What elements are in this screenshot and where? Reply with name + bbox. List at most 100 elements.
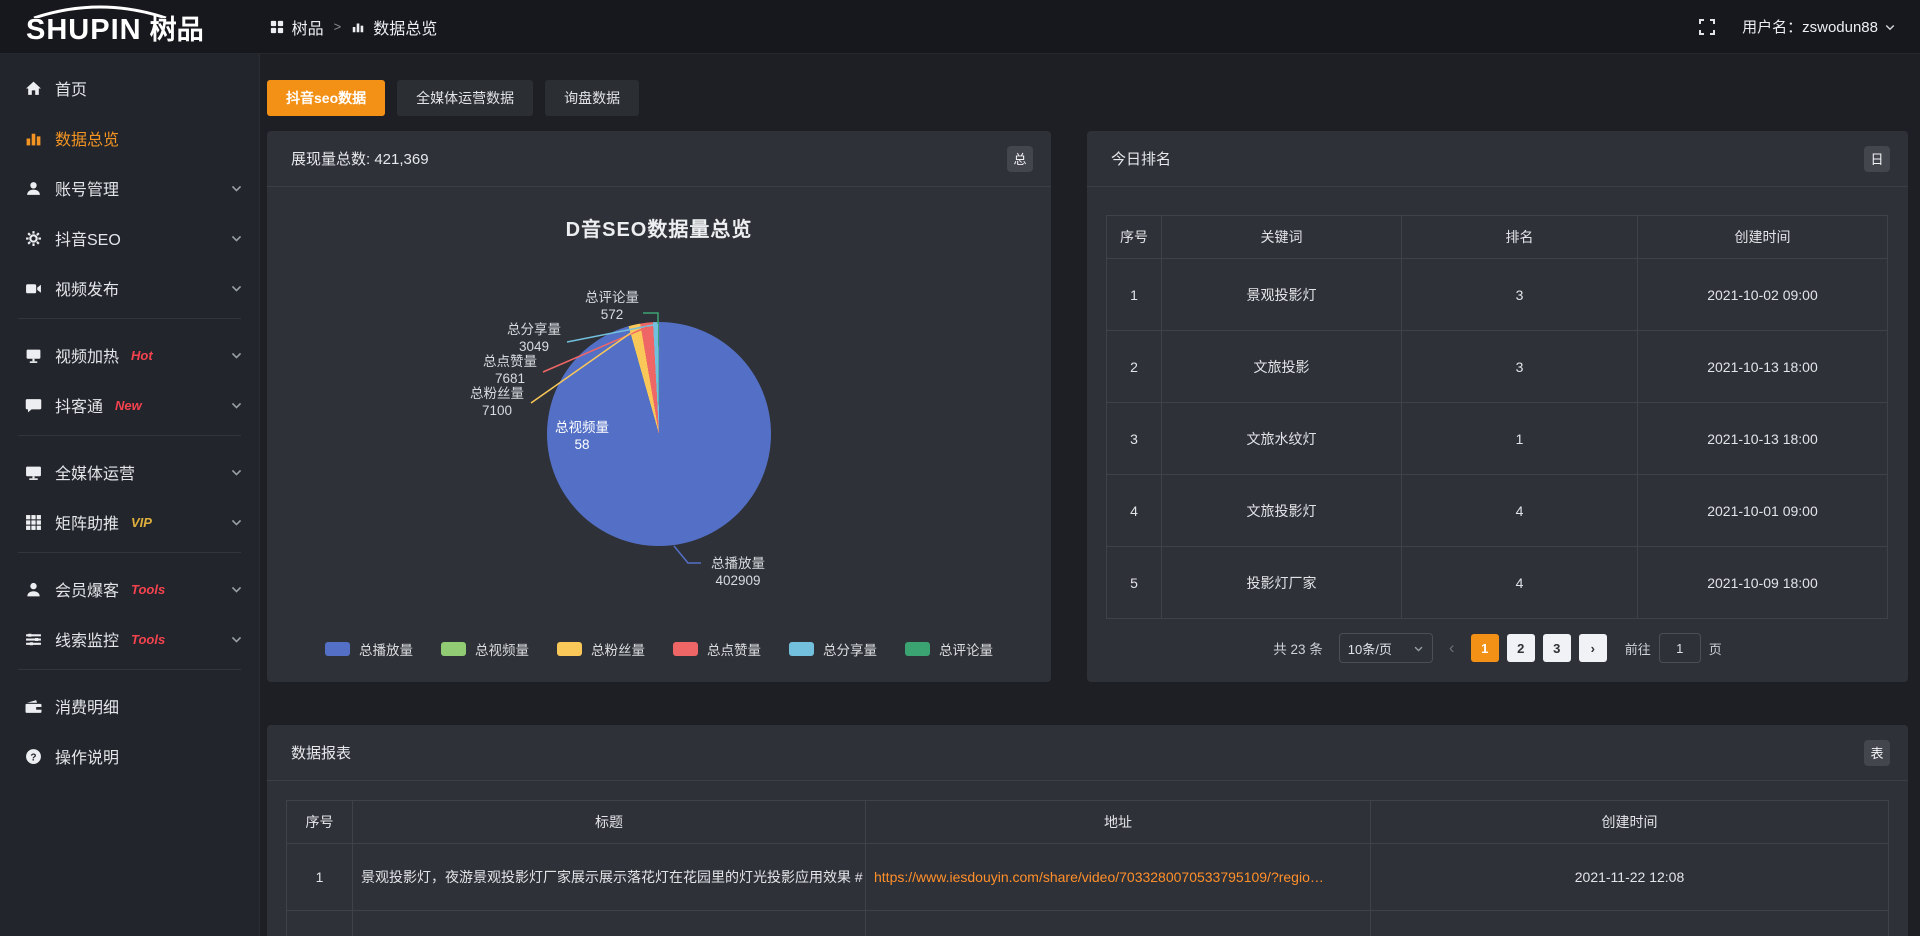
video-icon	[25, 280, 42, 297]
sidebar-item-会员爆客[interactable]: 会员爆客 Tools	[0, 569, 259, 609]
sidebar-item-账号管理[interactable]: 账号管理	[0, 168, 259, 208]
data-tabs: 抖音seo数据全媒体运营数据询盘数据	[267, 80, 639, 116]
sidebar-item-抖客通[interactable]: 抖客通 New	[0, 385, 259, 425]
breadcrumb-root[interactable]: 树品	[292, 15, 324, 39]
table-row: 2 文旅投影 3 2021-10-13 18:00	[1107, 331, 1888, 403]
cell-keyword: 文旅投影	[1162, 331, 1402, 403]
chat-icon	[25, 397, 42, 414]
legend-item-comments[interactable]: 总评论量	[905, 639, 993, 659]
next-page-button[interactable]: ›	[1579, 634, 1607, 662]
cell-index: 1	[287, 844, 353, 911]
chevron-down-icon	[1884, 21, 1896, 33]
cell-url: https://www.iesdouyin.com/share/video/70…	[866, 844, 1371, 911]
sidebar-item-消费明细[interactable]: 消费明细	[0, 686, 259, 726]
breadcrumb-separator: >	[334, 19, 342, 34]
sidebar-item-label: 视频发布	[55, 276, 119, 300]
page-button-3[interactable]: 3	[1543, 634, 1571, 662]
cell-index: 2	[1107, 331, 1162, 403]
column-header: 地址	[866, 801, 1371, 844]
sidebar-item-badge: VIP	[131, 515, 152, 530]
cell-time: 2021-10-01 09:00	[1638, 475, 1888, 547]
cell-rank: 3	[1402, 331, 1638, 403]
table-row: 1 景观投影灯 3 2021-10-02 09:00	[1107, 259, 1888, 331]
video-link[interactable]: https://www.iesdouyin.com/share/video/70…	[874, 869, 1324, 885]
user-menu[interactable]: 用户名：zswodun88	[1742, 16, 1896, 37]
sidebar-item-视频加热[interactable]: 视频加热 Hot	[0, 335, 259, 375]
legend-item-fans[interactable]: 总粉丝量	[557, 639, 645, 659]
bar-chart-icon	[25, 130, 42, 147]
help-icon: ?	[25, 748, 42, 765]
sidebar-divider	[18, 435, 241, 436]
chevron-down-icon	[230, 633, 243, 646]
ranking-table: 序号关键词排名创建时间 1 景观投影灯 3 2021-10-02 09:00 2…	[1106, 215, 1888, 619]
cell-keyword: 文旅水纹灯	[1162, 403, 1402, 475]
sidebar-item-抖音SEO[interactable]: 抖音SEO	[0, 218, 259, 258]
legend-item-likes[interactable]: 总点赞量	[673, 639, 761, 659]
sidebar-item-全媒体运营[interactable]: 全媒体运营	[0, 452, 259, 492]
table-toggle-button[interactable]: 表	[1864, 740, 1890, 766]
chevron-down-icon	[230, 182, 243, 195]
column-header: 创建时间	[1371, 801, 1889, 844]
goto-label: 前往	[1625, 639, 1651, 658]
breadcrumb: 树品 > 数据总览	[270, 15, 438, 39]
chevron-down-icon	[230, 232, 243, 245]
sidebar-item-badge: Tools	[131, 582, 165, 597]
sidebar-item-线索监控[interactable]: 线索监控 Tools	[0, 619, 259, 659]
sidebar-item-数据总览[interactable]: 数据总览	[0, 118, 259, 158]
pie-label-fans: 总粉丝量7100	[452, 385, 542, 419]
sidebar-item-视频发布[interactable]: 视频发布	[0, 268, 259, 308]
cell-url	[866, 911, 1371, 936]
cell-time: 2021-11-22 12:08	[1371, 844, 1889, 911]
sidebar-item-矩阵助推[interactable]: 矩阵助推 VIP	[0, 502, 259, 542]
cell-time: 2021-10-09 18:00	[1638, 547, 1888, 619]
fullscreen-icon[interactable]	[1698, 18, 1716, 36]
legend-item-shares[interactable]: 总分享量	[789, 639, 877, 659]
cell-index: 1	[1107, 259, 1162, 331]
legend-swatch	[673, 642, 698, 656]
page-button-1[interactable]: 1	[1471, 634, 1499, 662]
cell-index	[287, 911, 353, 936]
day-toggle-button[interactable]: 日	[1864, 146, 1890, 172]
chevron-down-icon	[230, 583, 243, 596]
user-icon	[25, 180, 42, 197]
grid-small-icon	[270, 20, 284, 34]
cell-keyword: 文旅投影灯	[1162, 475, 1402, 547]
cell-time: 2021-10-13 18:00	[1638, 403, 1888, 475]
report-table: 序号标题地址创建时间 1 景观投影灯，夜游景观投影灯厂家展示展示落花灯在花园里的…	[286, 800, 1889, 936]
sidebar: 首页 数据总览 账号管理 抖音SEO	[0, 54, 260, 936]
cell-time: 2021-10-13 18:00	[1638, 331, 1888, 403]
report-panel-header: 数据报表 表	[267, 725, 1908, 781]
column-header: 创建时间	[1638, 216, 1888, 259]
pagination: 共 23 条 10条/页 ‹ 123 › 前往 页	[1087, 633, 1908, 663]
member-icon	[25, 581, 42, 598]
tab-全媒体运营数据[interactable]: 全媒体运营数据	[397, 80, 533, 116]
sidebar-item-badge: Tools	[131, 632, 165, 647]
pie-label-videos: 总视频量58	[537, 419, 627, 453]
page-size-select[interactable]: 10条/页	[1339, 633, 1433, 663]
chevron-down-icon	[230, 349, 243, 362]
ranking-panel-title: 今日排名	[1111, 148, 1171, 169]
ranking-table-header-row: 序号关键词排名创建时间	[1107, 216, 1888, 259]
total-toggle-button[interactable]: 总	[1007, 146, 1033, 172]
legend-swatch	[325, 642, 350, 656]
prev-page-button[interactable]: ‹	[1441, 638, 1463, 658]
cell-time	[1371, 911, 1889, 936]
tab-抖音seo数据[interactable]: 抖音seo数据	[267, 80, 385, 116]
legend-item-plays[interactable]: 总播放量	[325, 639, 413, 659]
goto-page-input[interactable]	[1659, 633, 1701, 663]
page-button-2[interactable]: 2	[1507, 634, 1535, 662]
cell-rank: 4	[1402, 547, 1638, 619]
report-panel: 数据报表 表 序号标题地址创建时间 1 景观投影灯，夜游景观投影灯厂家展示展示落…	[267, 725, 1908, 936]
table-row: 4 文旅投影灯 4 2021-10-01 09:00	[1107, 475, 1888, 547]
tab-询盘数据[interactable]: 询盘数据	[545, 80, 639, 116]
table-row: 5 投影灯厂家 4 2021-10-09 18:00	[1107, 547, 1888, 619]
cell-index: 4	[1107, 475, 1162, 547]
cell-rank: 4	[1402, 475, 1638, 547]
sidebar-item-首页[interactable]: 首页	[0, 68, 259, 108]
cell-index: 3	[1107, 403, 1162, 475]
legend-swatch	[905, 642, 930, 656]
sidebar-item-操作说明[interactable]: ? 操作说明	[0, 736, 259, 776]
legend-item-videos[interactable]: 总视频量	[441, 639, 529, 659]
pie-label-likes: 总点赞量7681	[465, 353, 555, 387]
impressions-panel: 展现量总数: 421,369 总 D音SEO数据量总览 总评论量572 总分享量…	[267, 131, 1051, 682]
